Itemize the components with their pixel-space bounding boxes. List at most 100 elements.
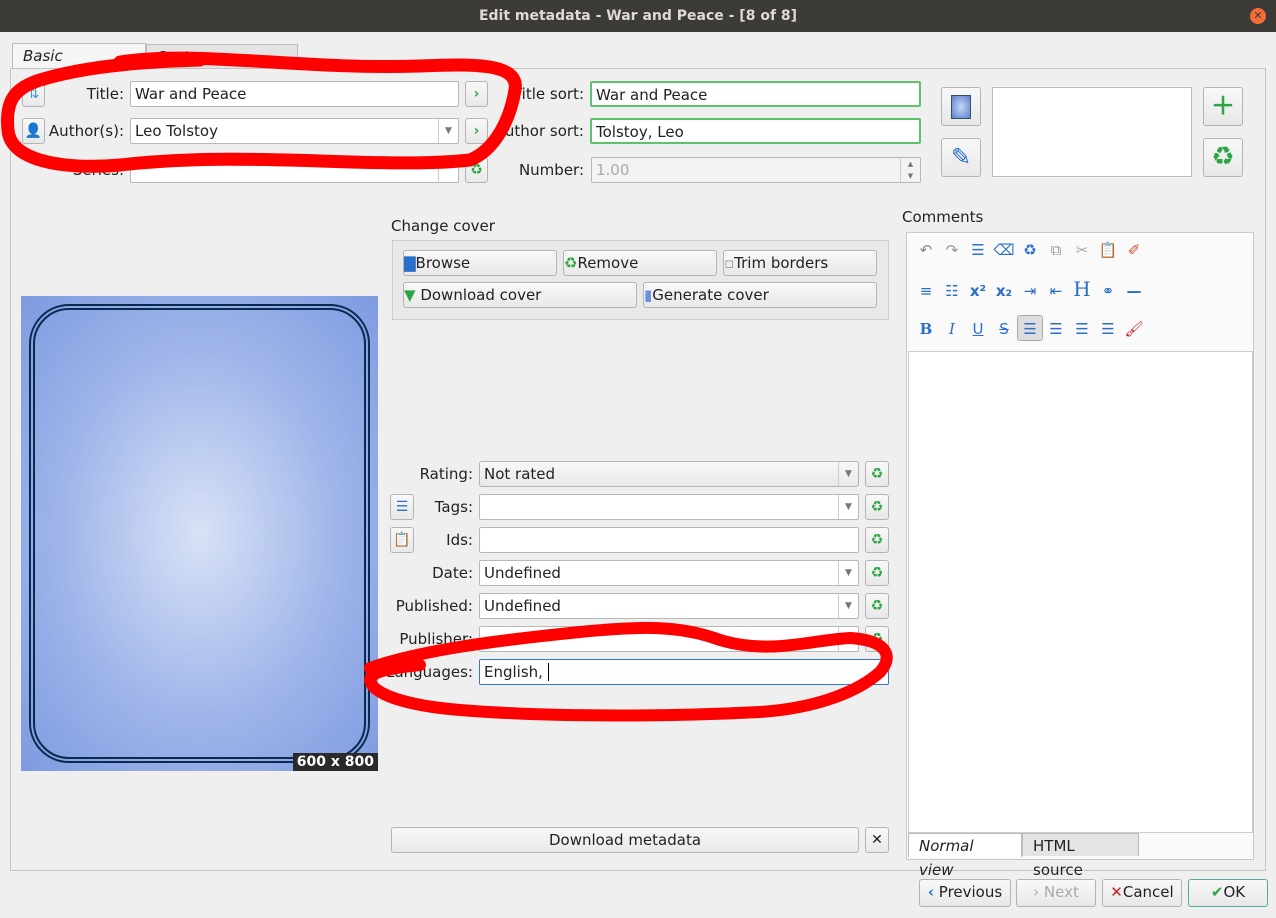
align-center-icon[interactable]: ☰ xyxy=(1043,316,1069,342)
chevron-down-icon[interactable]: ▼ xyxy=(838,627,858,651)
check-icon: ✔ xyxy=(1210,883,1224,901)
browse-cover-button[interactable]: ▇Browse xyxy=(403,250,557,276)
previous-button[interactable]: ‹ Previous xyxy=(919,879,1011,907)
add-format-button[interactable]: ＋ xyxy=(1203,87,1243,126)
brush-icon[interactable]: 🖌 xyxy=(1121,316,1147,342)
cancel-label: Cancel xyxy=(1122,883,1174,901)
copy-icon[interactable]: ⧉ xyxy=(1043,237,1069,263)
chevron-down-icon[interactable]: ▼ xyxy=(438,119,458,143)
select-cover-format-button[interactable] xyxy=(941,87,981,126)
download-metadata-button[interactable]: Download metadata xyxy=(391,827,859,853)
horizontal-rule-icon[interactable]: — xyxy=(1121,278,1147,304)
copy-title-sort-button[interactable]: › xyxy=(465,81,488,107)
outdent-icon[interactable]: ⇤ xyxy=(1043,278,1069,304)
chevron-down-icon[interactable]: ▼ xyxy=(838,594,858,618)
clear-publisher-button[interactable]: ♻ xyxy=(865,626,889,652)
insert-link-icon[interactable]: ⚭ xyxy=(1095,278,1121,304)
tab-html-source[interactable]: HTML source xyxy=(1022,833,1139,879)
series-label: Series: xyxy=(72,161,124,179)
clear-rating-button[interactable]: ♻ xyxy=(865,461,889,487)
undo-icon[interactable]: ↶ xyxy=(913,237,939,263)
toolbar-row-1: ↶ ↷ ☰ ⌫ ♻ ⧉ ✂ 📋 ✐ xyxy=(913,237,1147,263)
spin-arrows-icon[interactable]: ▲ ▼ xyxy=(900,158,920,182)
add-book-icon: ＋ xyxy=(1211,92,1235,120)
published-edit[interactable]: Undefined ▼ xyxy=(479,593,859,619)
copy-author-sort-button[interactable]: › xyxy=(465,118,488,144)
title-input[interactable]: War and Peace xyxy=(130,81,459,107)
eraser-icon[interactable]: ⌫ xyxy=(991,237,1017,263)
configure-download-button[interactable]: ✕ xyxy=(865,827,889,853)
comments-text-area[interactable] xyxy=(908,351,1253,833)
date-edit[interactable]: Undefined ▼ xyxy=(479,560,859,586)
remove-label: Remove xyxy=(577,254,639,272)
chevron-down-icon[interactable]: ▼ xyxy=(838,561,858,585)
languages-input[interactable]: English, xyxy=(479,659,889,685)
ids-input[interactable] xyxy=(479,527,859,553)
chevron-down-icon[interactable]: ▼ xyxy=(838,495,858,519)
close-window-button[interactable]: ✕ xyxy=(1250,8,1266,24)
strikethrough-icon[interactable]: S xyxy=(991,316,1017,342)
remove-cover-button[interactable]: ♻Remove xyxy=(563,250,717,276)
clear-tags-button[interactable]: ♻ xyxy=(865,494,889,520)
bold-icon[interactable]: B xyxy=(913,316,939,342)
chevron-down-icon[interactable] xyxy=(438,158,458,182)
recycle-icon: ♻ xyxy=(564,254,578,272)
cancel-button[interactable]: ✕Cancel xyxy=(1102,879,1182,907)
recycle-icon: ♻ xyxy=(870,499,884,515)
manage-authors-button[interactable]: 👤 xyxy=(22,118,45,144)
download-cover-button[interactable]: ▼ Download cover xyxy=(403,282,637,308)
clear-series-button[interactable]: ♻ xyxy=(465,157,488,183)
author-sort-input[interactable]: Tolstoy, Leo xyxy=(590,118,921,144)
edit-cover-button[interactable]: ✎ xyxy=(941,138,981,177)
align-left-icon[interactable]: ☰ xyxy=(1017,315,1043,341)
cut-icon[interactable]: ✂ xyxy=(1069,237,1095,263)
remove-format-button[interactable]: ♻ xyxy=(1203,138,1243,177)
clear-ids-button[interactable]: ♻ xyxy=(865,527,889,553)
number-value: 1.00 xyxy=(596,161,630,179)
recycle-icon: ♻ xyxy=(870,598,884,614)
author-sort-label: Author sort: xyxy=(494,122,584,140)
next-button[interactable]: › Next xyxy=(1016,879,1096,907)
series-combo[interactable] xyxy=(130,157,459,183)
indent-icon[interactable]: ⇥ xyxy=(1017,278,1043,304)
ordered-list-icon[interactable]: ≡ xyxy=(913,278,939,304)
ok-button[interactable]: ✔OK xyxy=(1188,879,1268,907)
languages-value: English, xyxy=(484,663,548,681)
clear-published-button[interactable]: ♻ xyxy=(865,593,889,619)
tags-label: Tags: xyxy=(434,498,473,516)
cover-image[interactable]: 600 x 800 xyxy=(21,296,378,771)
tags-combo[interactable]: ▼ xyxy=(479,494,859,520)
underline-icon[interactable]: U xyxy=(965,316,991,342)
subscript-icon[interactable]: x₂ xyxy=(991,278,1017,304)
clear-date-button[interactable]: ♻ xyxy=(865,560,889,586)
title-sort-input[interactable]: War and Peace xyxy=(590,81,921,107)
swap-icon: ⇅ xyxy=(27,86,40,102)
italic-icon[interactable]: I xyxy=(939,316,965,342)
number-label: Number: xyxy=(518,161,584,179)
series-number-spinbox[interactable]: 1.00 ▲ ▼ xyxy=(591,157,921,183)
tab-normal-view[interactable]: Normal view xyxy=(908,833,1022,879)
generate-cover-button[interactable]: ▮Generate cover xyxy=(643,282,877,308)
tab-custom-metadata[interactable]: Custom metadata xyxy=(146,44,298,90)
title-label: Title: xyxy=(86,85,124,103)
publisher-combo[interactable]: ▼ xyxy=(479,626,859,652)
superscript-icon[interactable]: x² xyxy=(965,278,991,304)
rating-combo[interactable]: Not rated ▼ xyxy=(479,461,859,487)
swap-title-author-button[interactable]: ⇅ xyxy=(22,81,45,107)
paste-icon[interactable]: 📋 xyxy=(1095,237,1121,263)
trim-label: Trim borders xyxy=(734,254,829,272)
tab-basic-metadata[interactable]: Basic metadata xyxy=(12,43,146,89)
heading-icon[interactable]: H xyxy=(1069,276,1095,302)
trim-borders-button[interactable]: ▫Trim borders xyxy=(723,250,877,276)
generate-cover-label: Generate cover xyxy=(652,286,769,304)
chevron-right-icon: › xyxy=(1033,883,1040,901)
align-justify-icon[interactable]: ☰ xyxy=(1095,316,1121,342)
recycle-icon[interactable]: ♻ xyxy=(1017,237,1043,263)
formats-list[interactable] xyxy=(992,87,1192,177)
format-paint-icon[interactable]: ✐ xyxy=(1121,237,1147,263)
select-all-icon[interactable]: ☰ xyxy=(965,237,991,263)
redo-icon[interactable]: ↷ xyxy=(939,237,965,263)
author-combo[interactable]: Leo Tolstoy ▼ xyxy=(130,118,459,144)
unordered-list-icon[interactable]: ☷ xyxy=(939,278,965,304)
align-right-icon[interactable]: ☰ xyxy=(1069,316,1095,342)
